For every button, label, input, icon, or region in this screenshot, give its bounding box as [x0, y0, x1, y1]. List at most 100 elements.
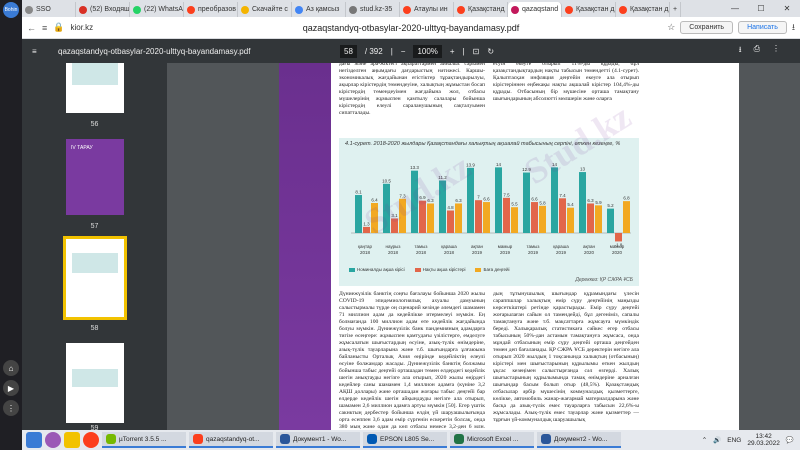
apps-icon[interactable]: ⋮: [3, 400, 19, 416]
minimize-icon[interactable]: —: [722, 0, 748, 17]
brand-icon[interactable]: Воhin: [3, 2, 19, 18]
tab-favicon-icon: [25, 5, 33, 14]
taskbar-app-label: EPSON L805 Se...: [380, 435, 435, 443]
thumbnail-page[interactable]: [66, 343, 124, 423]
chart-data-label: 7: [477, 195, 480, 200]
browser-tab[interactable]: Қазақстанд: [454, 2, 508, 17]
zoom-out-icon[interactable]: −: [401, 47, 406, 56]
tab-label: Аз қамсыз: [306, 6, 340, 13]
chart-tick-label: 2019: [528, 250, 539, 255]
chart-bar: [567, 207, 574, 233]
chart-tick-label: 2018: [416, 250, 427, 255]
browser-tab[interactable]: Аз қамсыз: [292, 2, 346, 17]
back-icon[interactable]: ←: [27, 23, 36, 33]
pdf-filename: qazaqstandyq-otbasylar-2020-ulttyq-bayan…: [58, 46, 251, 56]
chart-tick-label: қараша: [441, 244, 457, 249]
address-actions: ☆ Сохранить Написать ⭳: [667, 20, 795, 36]
more-icon[interactable]: ⋮: [772, 44, 780, 58]
media-icon[interactable]: ▶: [3, 380, 19, 396]
tab-strip: SSO (52) Входящ (22) WhatsA преобразов Скача…: [22, 0, 800, 17]
yandex-icon[interactable]: [83, 432, 99, 448]
browser-tab[interactable]: stud.kz-35: [346, 2, 400, 17]
zoom-level[interactable]: 100%: [413, 44, 442, 58]
browser-tab[interactable]: Скачайте с: [238, 2, 292, 17]
tab-label: Скачайте с: [252, 6, 288, 13]
browser-tab[interactable]: qazaqstand: [508, 2, 562, 17]
taskbar-app[interactable]: qazaqstandyq-ot...: [189, 432, 273, 448]
maximize-icon[interactable]: ☐: [748, 0, 774, 17]
tab-favicon-icon: [565, 5, 573, 14]
chart-bar: [503, 197, 510, 233]
volume-icon[interactable]: 🔊: [713, 436, 721, 444]
taskbar-app[interactable]: µTorrent 3.5.5 ...: [102, 432, 186, 448]
browser-tab[interactable]: преобразов: [184, 2, 238, 17]
chart-bar: [447, 210, 454, 233]
thumbnail-label: 56: [90, 121, 99, 128]
bookmark-icon[interactable]: ☆: [667, 22, 675, 33]
chart-bar: [511, 207, 518, 233]
pdf-viewer[interactable]: дағы және ара-жіктегі ақпараттармен айна…: [167, 63, 800, 430]
chart-bar: [615, 233, 622, 242]
tab-favicon-icon: [457, 5, 465, 14]
pdf-actions: ⭳ ⎙ ⋮: [739, 44, 780, 58]
chart-tick-label: 2020: [584, 250, 595, 255]
fit-page-icon[interactable]: ⊡: [473, 47, 480, 56]
search-icon[interactable]: [45, 432, 61, 448]
browser-tab[interactable]: Атаулы ин: [400, 2, 454, 17]
taskbar-app[interactable]: Microsoft Excel ...: [450, 432, 534, 448]
clock[interactable]: 13:42 29.03.2022: [747, 433, 780, 447]
home-icon[interactable]: ⌂: [3, 360, 19, 376]
taskbar-app[interactable]: Документ1 - Wo...: [276, 432, 360, 448]
browser-tab[interactable]: (52) Входящ: [76, 2, 130, 17]
write-button[interactable]: Написать: [738, 21, 787, 34]
tab-label: преобразов: [198, 6, 236, 13]
chart-bar: [531, 202, 538, 233]
notifications-icon[interactable]: 💬: [786, 436, 794, 444]
chart-bar: [595, 205, 602, 233]
browser-tab[interactable]: SSO: [22, 2, 76, 17]
browser-tab[interactable]: Қазақстан д: [616, 2, 670, 17]
tab-favicon-icon: [619, 5, 627, 14]
chart-tick-label: 2020: [612, 250, 623, 255]
download-icon[interactable]: ⭳: [792, 20, 795, 36]
rotate-icon[interactable]: ↻: [487, 47, 494, 56]
chart-bar: [579, 172, 586, 233]
taskbar-app-label: Документ2 - Wo...: [554, 435, 608, 443]
chart-data-label: 6.6: [531, 197, 538, 202]
menu-icon[interactable]: ≡: [42, 23, 47, 33]
taskbar-app-icon: [367, 434, 377, 444]
page-controls: 58 / 392 | − 100% + | ⊡ ↻: [340, 44, 494, 58]
taskbar-app-label: Microsoft Excel ...: [467, 435, 519, 443]
taskbar-app-icon: [454, 434, 464, 444]
taskbar-app[interactable]: EPSON L805 Se...: [363, 432, 447, 448]
thumbnail-label: 57: [90, 223, 99, 230]
legend-label: Нақты ақша кірістері: [422, 267, 466, 272]
print-icon[interactable]: ⎙: [754, 44, 760, 58]
thumbnail-page[interactable]: IV ТАРАУ: [66, 139, 124, 215]
browser-tab[interactable]: (22) WhatsA: [130, 2, 184, 17]
browser-tab[interactable]: Қазақстан д: [562, 2, 616, 17]
explorer-icon[interactable]: [64, 432, 80, 448]
language-indicator[interactable]: ENG: [727, 437, 741, 444]
new-tab-icon[interactable]: +: [670, 2, 682, 17]
chart-data-label: 5.2: [607, 203, 614, 208]
tray-up-icon[interactable]: ⌃: [702, 436, 707, 444]
zoom-in-icon[interactable]: +: [450, 47, 455, 56]
page-number-input[interactable]: 58: [340, 44, 357, 58]
thumbnail-page-current[interactable]: [63, 236, 127, 320]
chart-data-label: 4.8: [447, 205, 454, 210]
download-icon[interactable]: ⭳: [739, 44, 742, 58]
chart-data-label: 8.1: [355, 190, 362, 195]
text-column-left: Дүниежүзілік банктің соңғы бағалауы бойы…: [339, 291, 485, 430]
hamburger-icon[interactable]: ≡: [32, 47, 37, 56]
close-icon[interactable]: ✕: [774, 0, 800, 17]
divider: |: [462, 46, 465, 56]
taskbar-app[interactable]: Документ2 - Wo...: [537, 432, 621, 448]
lock-icon: 🔒: [53, 22, 65, 32]
thumbnail-page[interactable]: [66, 63, 124, 113]
start-icon[interactable]: [26, 432, 42, 448]
save-button[interactable]: Сохранить: [680, 21, 734, 34]
url-field[interactable]: kior.kz: [70, 20, 150, 35]
page-margin-band: [279, 63, 331, 430]
chart-data-label: 5.5: [511, 202, 518, 207]
